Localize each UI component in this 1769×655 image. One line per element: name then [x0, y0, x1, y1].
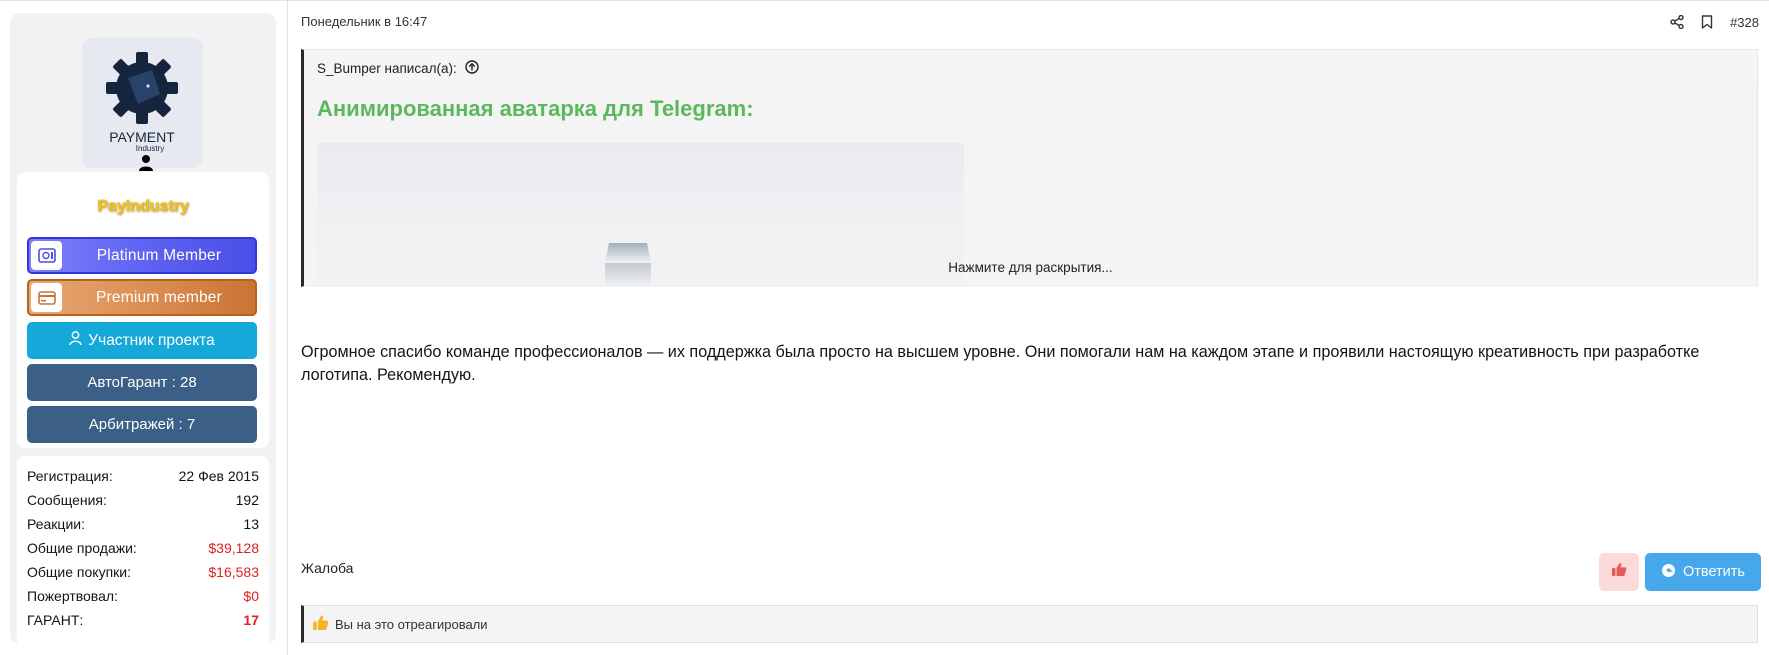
platinum-member-label: Platinum Member: [96, 246, 222, 264]
quote-expand-link[interactable]: Нажмите для раскрытия...: [304, 260, 1757, 275]
sidebar-divider: [287, 1, 288, 655]
avatar[interactable]: PAYMENT Industry: [82, 38, 203, 168]
stat-donated: Пожертвовал: $0: [27, 584, 259, 608]
stat-value[interactable]: 17: [243, 608, 259, 632]
safe-icon: [31, 241, 62, 270]
thumbs-up-emoji-icon: [312, 614, 329, 634]
report-link[interactable]: Жалоба: [301, 560, 353, 576]
forum-post: PAYMENT Industry PayIndustry Platinum Me…: [0, 0, 1769, 655]
user-icon: [69, 330, 82, 351]
stat-label: Общие продажи:: [27, 540, 137, 556]
thumbs-up-icon: [1611, 562, 1627, 582]
stat-total-sales: Общие продажи: $39,128: [27, 536, 259, 560]
stat-label: Общие покупки:: [27, 564, 131, 580]
post-actions-top: #328: [1662, 12, 1759, 32]
stat-label: Пожертвовал:: [27, 588, 118, 604]
bookmark-icon[interactable]: [1692, 12, 1722, 32]
like-button[interactable]: [1599, 553, 1639, 591]
share-icon[interactable]: [1662, 12, 1692, 32]
user-card: PayIndustry Platinum Member Premium memb…: [17, 172, 269, 448]
reply-label: Ответить: [1683, 564, 1745, 580]
stat-messages: Сообщения: 192: [27, 488, 259, 512]
autogarant-banner: АвтоГарант : 28: [27, 364, 257, 401]
platinum-member-banner: Platinum Member: [27, 237, 257, 274]
premium-member-banner: Premium member: [27, 279, 257, 316]
post-number-link[interactable]: #328: [1730, 15, 1759, 30]
payment-industry-logo: PAYMENT Industry: [106, 52, 178, 153]
stat-label: Сообщения:: [27, 492, 107, 508]
logo-text-line1: PAYMENT: [109, 129, 175, 145]
user-status-icon: [138, 154, 154, 172]
premium-member-label: Premium member: [96, 288, 222, 306]
reactions-text[interactable]: Вы на это отреагировали: [335, 617, 488, 632]
reply-button[interactable]: Ответить: [1645, 553, 1761, 591]
arrow-up-circle-icon[interactable]: [465, 60, 479, 77]
stat-registration: Регистрация: 22 Фев 2015: [27, 464, 259, 488]
stat-label: Регистрация:: [27, 468, 113, 484]
reactions-bar[interactable]: Вы на это отреагировали: [301, 605, 1758, 643]
stat-value[interactable]: 192: [236, 488, 259, 512]
quote-title: Анимированная аватарка для Telegram:: [317, 96, 754, 121]
user-sidebar: PAYMENT Industry PayIndustry Platinum Me…: [10, 13, 276, 648]
project-participant-banner: Участник проекта: [27, 322, 257, 359]
stat-value: $39,128: [208, 540, 259, 556]
username[interactable]: PayIndustry: [17, 198, 269, 216]
reply-icon: [1661, 563, 1676, 582]
stat-value: 13: [243, 516, 259, 532]
arbitrage-banner: Арбитражей : 7: [27, 406, 257, 443]
stat-label: ГАРАНТ:: [27, 612, 84, 628]
post-date[interactable]: Понедельник в 16:47: [301, 14, 427, 29]
stat-reactions: Реакции: 13: [27, 512, 259, 536]
arbitrage-label: Арбитражей : 7: [88, 416, 196, 433]
autogarant-label: АвтоГарант : 28: [87, 374, 197, 391]
stat-value: 22 Фев 2015: [178, 468, 259, 484]
stat-garant: ГАРАНТ: 17: [27, 608, 259, 632]
stat-total-purchases: Общие покупки: $16,583: [27, 560, 259, 584]
logo-text-line2: Industry: [136, 144, 164, 153]
quote-header: S_Bumper написал(а):: [317, 60, 479, 77]
quote-block: S_Bumper написал(а): Анимированная авата…: [301, 49, 1758, 287]
project-participant-label: Участник проекта: [88, 331, 215, 349]
credit-card-icon: [31, 283, 62, 312]
user-stats: Регистрация: 22 Фев 2015 Сообщения: 192 …: [17, 456, 269, 648]
stat-value: $16,583: [208, 564, 259, 580]
stat-label: Реакции:: [27, 516, 85, 532]
quote-author[interactable]: S_Bumper написал(а):: [317, 61, 457, 76]
post-message: Огромное спасибо команде профессионалов …: [301, 343, 1700, 384]
stat-value: $0: [243, 588, 259, 604]
